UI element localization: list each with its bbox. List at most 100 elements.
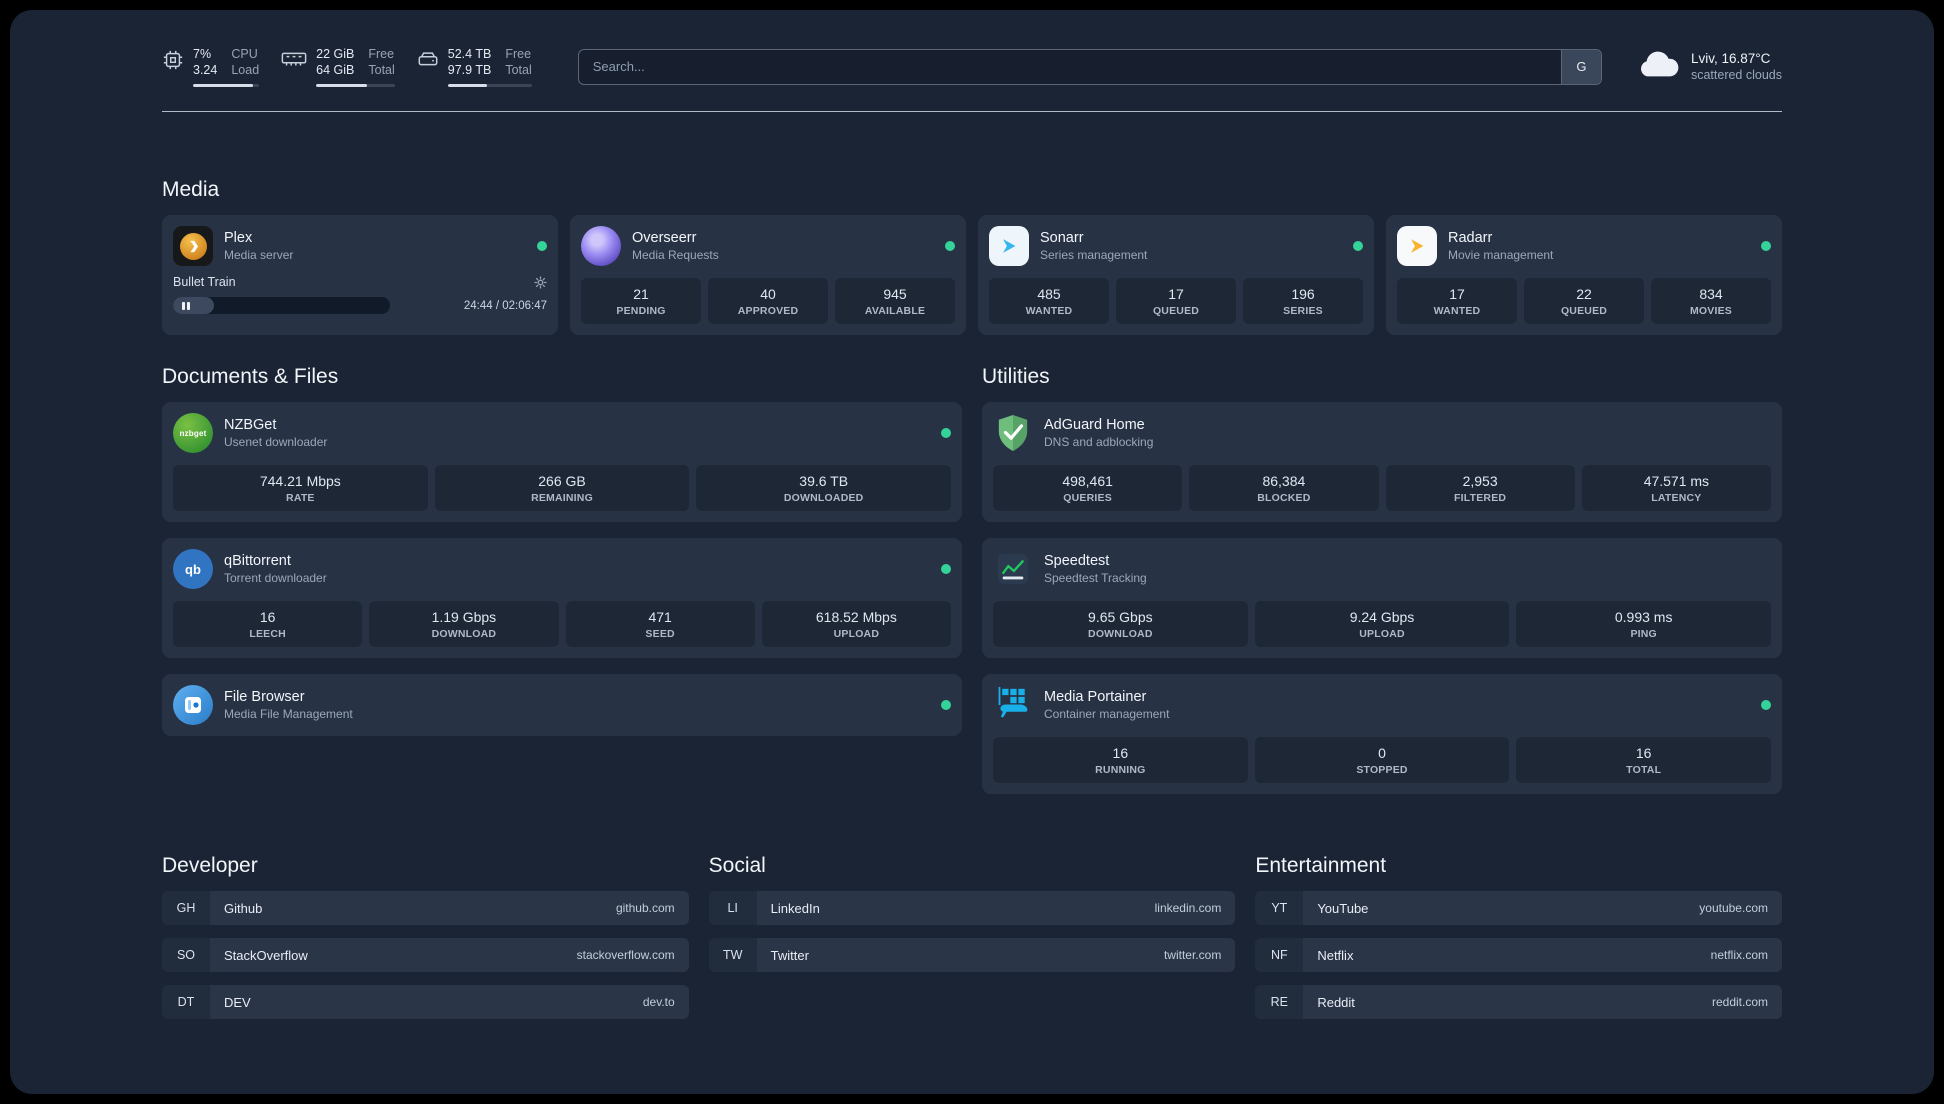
cpu-label-2: Load: [231, 63, 260, 78]
section-title-entertainment: Entertainment: [1255, 854, 1387, 877]
weather-widget: Lviv, 16.87°C scattered clouds: [1638, 49, 1782, 84]
service-card-adguard[interactable]: AdGuard Home DNS and adblocking 498,461 …: [982, 402, 1782, 522]
search-input[interactable]: [578, 49, 1561, 84]
service-card-speedtest[interactable]: Speedtest Speedtest Tracking 9.65 Gbps D…: [982, 538, 1782, 658]
developer-column: Developer GH Github github.com SO StackO…: [162, 854, 689, 1019]
playback-progressbar[interactable]: [173, 297, 390, 314]
utilities-column: Utilities AdGuard Home DNS and adblockin…: [982, 365, 1782, 794]
stat-pending: 21 PENDING: [581, 278, 701, 324]
bookmark-twitter[interactable]: TW Twitter twitter.com: [708, 938, 1236, 972]
service-card-sonarr[interactable]: Sonarr Series management 485 WANTED 17 Q…: [978, 215, 1374, 335]
bookmark-name: StackOverflow: [224, 947, 308, 963]
sonarr-icon: [989, 226, 1029, 266]
bookmark-domain: netflix.com: [1710, 948, 1768, 962]
stat-blocked: 86,384 BLOCKED: [1189, 465, 1379, 511]
disk-label-2: Total: [505, 63, 532, 78]
bookmark-stackoverflow[interactable]: SO StackOverflow stackoverflow.com: [162, 938, 689, 972]
stat-leech: 16 LEECH: [173, 601, 363, 647]
stat-queries: 498,461 QUERIES: [993, 465, 1183, 511]
stat-total: 16 TOTAL: [1516, 737, 1772, 783]
memory-progressbar: [316, 83, 395, 87]
bookmark-name: Netflix: [1317, 947, 1354, 963]
service-card-qbittorrent[interactable]: qb qBittorrent Torrent downloader 16 LEE…: [162, 538, 962, 658]
stat-approved: 40 APPROVED: [708, 278, 828, 324]
documents-column: Documents & Files nzbget NZBGet Usenet d…: [162, 365, 962, 794]
memory-free-value: 22 GiB: [316, 47, 355, 61]
search-provider-button[interactable]: G: [1560, 49, 1601, 84]
stat-available: 945 AVAILABLE: [835, 278, 955, 324]
gear-icon[interactable]: [534, 275, 547, 289]
bookmark-name: DEV: [224, 994, 251, 1010]
section-title-social: Social: [708, 854, 766, 877]
bookmark-reddit[interactable]: RE Reddit reddit.com: [1255, 985, 1782, 1019]
filebrowser-icon: [173, 685, 213, 725]
search-bar: G: [577, 48, 1602, 85]
weather-condition: scattered clouds: [1690, 68, 1782, 82]
service-description: Media File Management: [224, 707, 353, 721]
cpu-widget: 7% 3.24 CPU Load: [162, 46, 260, 87]
playback-time: 24:44 / 02:06:47: [463, 299, 547, 312]
service-card-nzbget[interactable]: nzbget NZBGet Usenet downloader 744.21 M…: [162, 402, 962, 522]
bookmark-domain: linkedin.com: [1154, 901, 1222, 915]
service-card-filebrowser[interactable]: File Browser Media File Management: [162, 674, 962, 736]
cpu-progressbar: [193, 83, 260, 87]
bookmark-abbr: NF: [1255, 938, 1304, 972]
bookmark-name: Reddit: [1317, 994, 1355, 1010]
pause-icon[interactable]: [182, 301, 190, 310]
disk-progressbar: [447, 83, 532, 87]
bookmark-dev[interactable]: DT DEV dev.to: [162, 985, 689, 1019]
service-card-overseerr[interactable]: Overseerr Media Requests 21 PENDING 40 A…: [570, 215, 966, 335]
bookmark-netflix[interactable]: NF Netflix netflix.com: [1255, 938, 1782, 972]
bookmark-abbr: LI: [708, 891, 757, 925]
status-dot: [1353, 241, 1363, 251]
section-title-media: Media: [162, 178, 220, 201]
bookmark-abbr: SO: [162, 938, 210, 972]
stat-upload: 9.24 Gbps UPLOAD: [1254, 601, 1510, 647]
bookmark-abbr: TW: [708, 938, 757, 972]
stat-wanted: 17 WANTED: [1397, 278, 1517, 324]
memory-label-1: Free: [368, 47, 395, 61]
stat-rate: 744.21 Mbps RATE: [173, 465, 428, 511]
service-description: Movie management: [1448, 248, 1554, 262]
bookmark-domain: stackoverflow.com: [576, 948, 675, 962]
service-name: Radarr: [1448, 230, 1493, 246]
social-column: Social LI LinkedIn linkedin.com TW Twitt…: [708, 854, 1236, 1019]
stat-running: 16 RUNNING: [993, 737, 1248, 783]
cpu-icon: [162, 49, 184, 71]
adguard-icon: [993, 413, 1033, 453]
nzbget-icon: nzbget: [173, 413, 213, 453]
stat-queued: 22 QUEUED: [1524, 278, 1644, 324]
bookmark-linkedin[interactable]: LI LinkedIn linkedin.com: [708, 891, 1236, 925]
service-description: Speedtest Tracking: [1044, 571, 1147, 585]
stat-download: 1.19 Gbps DOWNLOAD: [369, 601, 559, 647]
service-name: Overseerr: [632, 230, 697, 246]
bookmark-abbr: GH: [162, 891, 210, 925]
stat-download: 9.65 Gbps DOWNLOAD: [993, 601, 1248, 647]
bookmark-domain: twitter.com: [1163, 948, 1222, 962]
stat-wanted: 485 WANTED: [989, 278, 1109, 324]
stat-seed: 471 SEED: [565, 601, 755, 647]
stat-filtered: 2,953 FILTERED: [1385, 465, 1575, 511]
service-card-radarr[interactable]: Radarr Movie management 17 WANTED 22 QUE…: [1386, 215, 1782, 335]
bookmark-domain: reddit.com: [1711, 995, 1768, 1009]
service-name: Speedtest: [1044, 553, 1110, 569]
service-description: Torrent downloader: [224, 571, 327, 585]
service-name: NZBGet: [224, 417, 277, 433]
bookmarks-section: Developer GH Github github.com SO StackO…: [162, 854, 1782, 1019]
bookmark-github[interactable]: GH Github github.com: [162, 891, 689, 925]
bookmark-youtube[interactable]: YT YouTube youtube.com: [1255, 891, 1782, 925]
cpu-label-1: CPU: [231, 47, 258, 61]
cpu-usage-value: 7%: [193, 47, 212, 61]
stat-remaining: 266 GB REMAINING: [434, 465, 690, 511]
service-card-plex[interactable]: Plex Media server Bullet Train 24:44 / 0…: [162, 215, 558, 335]
speedtest-icon: [993, 549, 1033, 589]
service-name: qBittorrent: [224, 553, 291, 569]
entertainment-column: Entertainment YT YouTube youtube.com NF …: [1255, 854, 1782, 1019]
disk-icon: [417, 49, 439, 71]
service-card-portainer[interactable]: Media Portainer Container management 16 …: [982, 674, 1782, 794]
bookmark-abbr: YT: [1255, 891, 1304, 925]
section-title-utilities: Utilities: [982, 365, 1050, 388]
dashboard-frame: 7% 3.24 CPU Load 22 GiB 64 GiB Free Tota…: [10, 10, 1934, 1094]
stat-upload: 618.52 Mbps UPLOAD: [761, 601, 951, 647]
disk-free-value: 52.4 TB: [447, 47, 492, 61]
